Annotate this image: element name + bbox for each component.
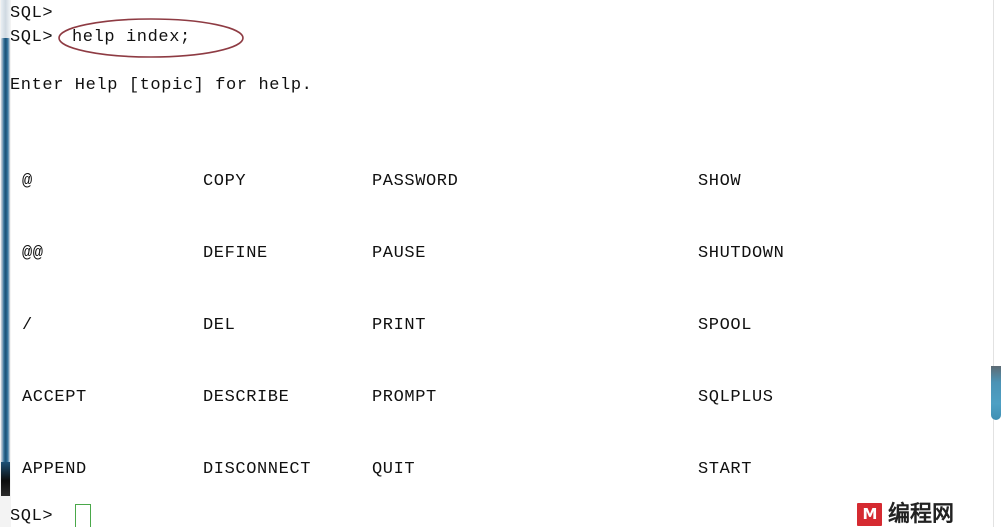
help-command: QUIT xyxy=(372,460,416,479)
help-command: SHOW xyxy=(698,172,742,191)
left-scrollbar[interactable] xyxy=(0,0,11,527)
help-column-1: @ @@ / ACCEPT APPEND ARCHIVE LOG ATTRIBU… xyxy=(22,122,141,527)
watermark: M 编程网 xyxy=(857,502,954,527)
help-command: DISCONNECT xyxy=(203,460,312,479)
help-column-2: COPY DEFINE DEL DESCRIBE DISCONNECT EDIT… xyxy=(203,122,311,527)
right-scrollbar-thumb[interactable] xyxy=(991,366,1001,420)
help-command: PRINT xyxy=(372,316,427,335)
sql-prompt-final: SQL> xyxy=(10,507,54,526)
left-scrollbar-thumb[interactable] xyxy=(1,38,10,470)
help-command: / xyxy=(22,316,33,335)
help-command: PASSWORD xyxy=(372,172,459,191)
left-scrollbar-track-bottom[interactable] xyxy=(1,462,10,496)
help-index-command-grid: @ @@ / ACCEPT APPEND ARCHIVE LOG ATTRIBU… xyxy=(0,122,1002,479)
help-command: DEFINE xyxy=(203,244,268,263)
sqlplus-terminal-window: SQL> SQL> help index; Enter Help [topic]… xyxy=(0,0,1002,527)
watermark-text: 编程网 xyxy=(888,502,955,527)
help-command: PROMPT xyxy=(372,388,437,407)
terminal-output-area[interactable]: SQL> SQL> help index; Enter Help [topic]… xyxy=(0,0,1002,527)
left-scrollbar-track-top[interactable] xyxy=(1,0,10,38)
help-command: PAUSE xyxy=(372,244,427,263)
text-cursor xyxy=(75,504,91,527)
help-command: DESCRIBE xyxy=(203,388,290,407)
right-edge-divider xyxy=(993,0,994,527)
help-command: @@ xyxy=(22,244,44,263)
help-command: SHUTDOWN xyxy=(698,244,785,263)
help-command: DEL xyxy=(203,316,236,335)
help-column-3: PASSWORD PAUSE PRINT PROMPT QUIT RECOVER… xyxy=(372,122,620,527)
help-hint-line: Enter Help [topic] for help. xyxy=(10,76,313,95)
watermark-logo-icon: M xyxy=(857,503,882,526)
help-column-4: SHOW SHUTDOWN SPOOL SQLPLUS START STARTU… xyxy=(698,122,882,527)
sql-prompt-line-1: SQL> xyxy=(10,4,54,23)
entered-command-text: help index; xyxy=(72,28,191,47)
help-command: START xyxy=(698,460,753,479)
help-command: @ xyxy=(22,172,33,191)
help-command: APPEND xyxy=(22,460,87,479)
help-command: COPY xyxy=(203,172,247,191)
help-command: SQLPLUS xyxy=(698,388,774,407)
help-command: SPOOL xyxy=(698,316,753,335)
sql-prompt-line-2: SQL> xyxy=(10,28,54,47)
help-command: ACCEPT xyxy=(22,388,87,407)
